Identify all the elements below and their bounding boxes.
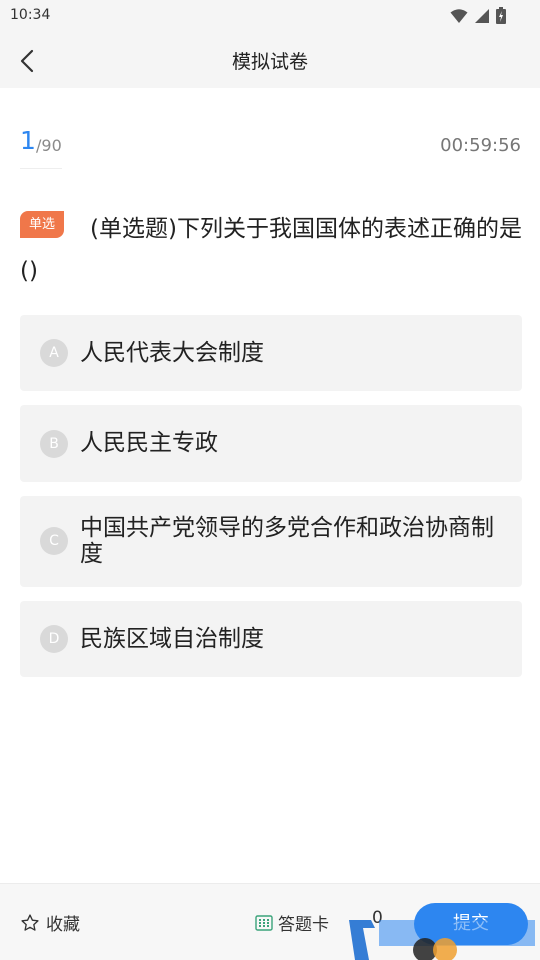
option-letter: D xyxy=(40,625,68,653)
page-title: 模拟试卷 xyxy=(231,51,308,73)
progress-row: 1 /90 00:59:56 xyxy=(0,120,540,172)
option-c[interactable]: C 中国共产党领导的多党合作和政治协商制度 xyxy=(20,496,522,587)
option-text: 人民民主专政 xyxy=(80,430,218,456)
question-text: (单选题)下列关于我国国体的表述正确的是() xyxy=(20,216,522,284)
submit-button[interactable]: 提交 xyxy=(414,903,528,945)
star-icon xyxy=(21,913,39,931)
wifi-icon xyxy=(450,8,468,23)
progress-underline xyxy=(20,168,62,169)
option-b[interactable]: B 人民民主专政 xyxy=(20,405,522,482)
question-stem: (单选题)下列关于我国国体的表述正确的是() xyxy=(20,208,522,292)
answer-card-icon xyxy=(255,914,273,931)
countdown-timer: 00:59:56 xyxy=(440,135,521,156)
option-d[interactable]: D 民族区域自治制度 xyxy=(20,601,522,677)
option-text: 民族区域自治制度 xyxy=(80,626,264,652)
answered-count: 0 xyxy=(372,908,383,928)
battery-icon xyxy=(496,7,506,24)
option-letter: B xyxy=(40,430,68,458)
status-icons xyxy=(450,7,506,24)
status-bar: 10:34 xyxy=(0,0,540,32)
option-a[interactable]: A 人民代表大会制度 xyxy=(20,315,522,391)
option-text: 中国共产党领导的多党合作和政治协商制度 xyxy=(80,515,494,567)
option-text: 人民代表大会制度 xyxy=(80,340,264,366)
favorite-button[interactable]: 收藏 xyxy=(20,910,80,935)
progress-total: /90 xyxy=(36,136,62,155)
option-letter: C xyxy=(40,527,68,555)
nav-bar: 模拟试卷 xyxy=(0,32,540,88)
favorite-label: 收藏 xyxy=(46,915,80,935)
bottom-bar: 收藏 答题卡 0 提交 xyxy=(0,883,540,960)
answer-card-label: 答题卡 xyxy=(278,915,329,935)
status-time: 10:34 xyxy=(10,7,51,23)
answer-card-button[interactable]: 答题卡 xyxy=(255,910,329,935)
signal-icon xyxy=(475,8,489,23)
option-letter: A xyxy=(40,339,68,367)
progress-current: 1 xyxy=(20,126,36,155)
